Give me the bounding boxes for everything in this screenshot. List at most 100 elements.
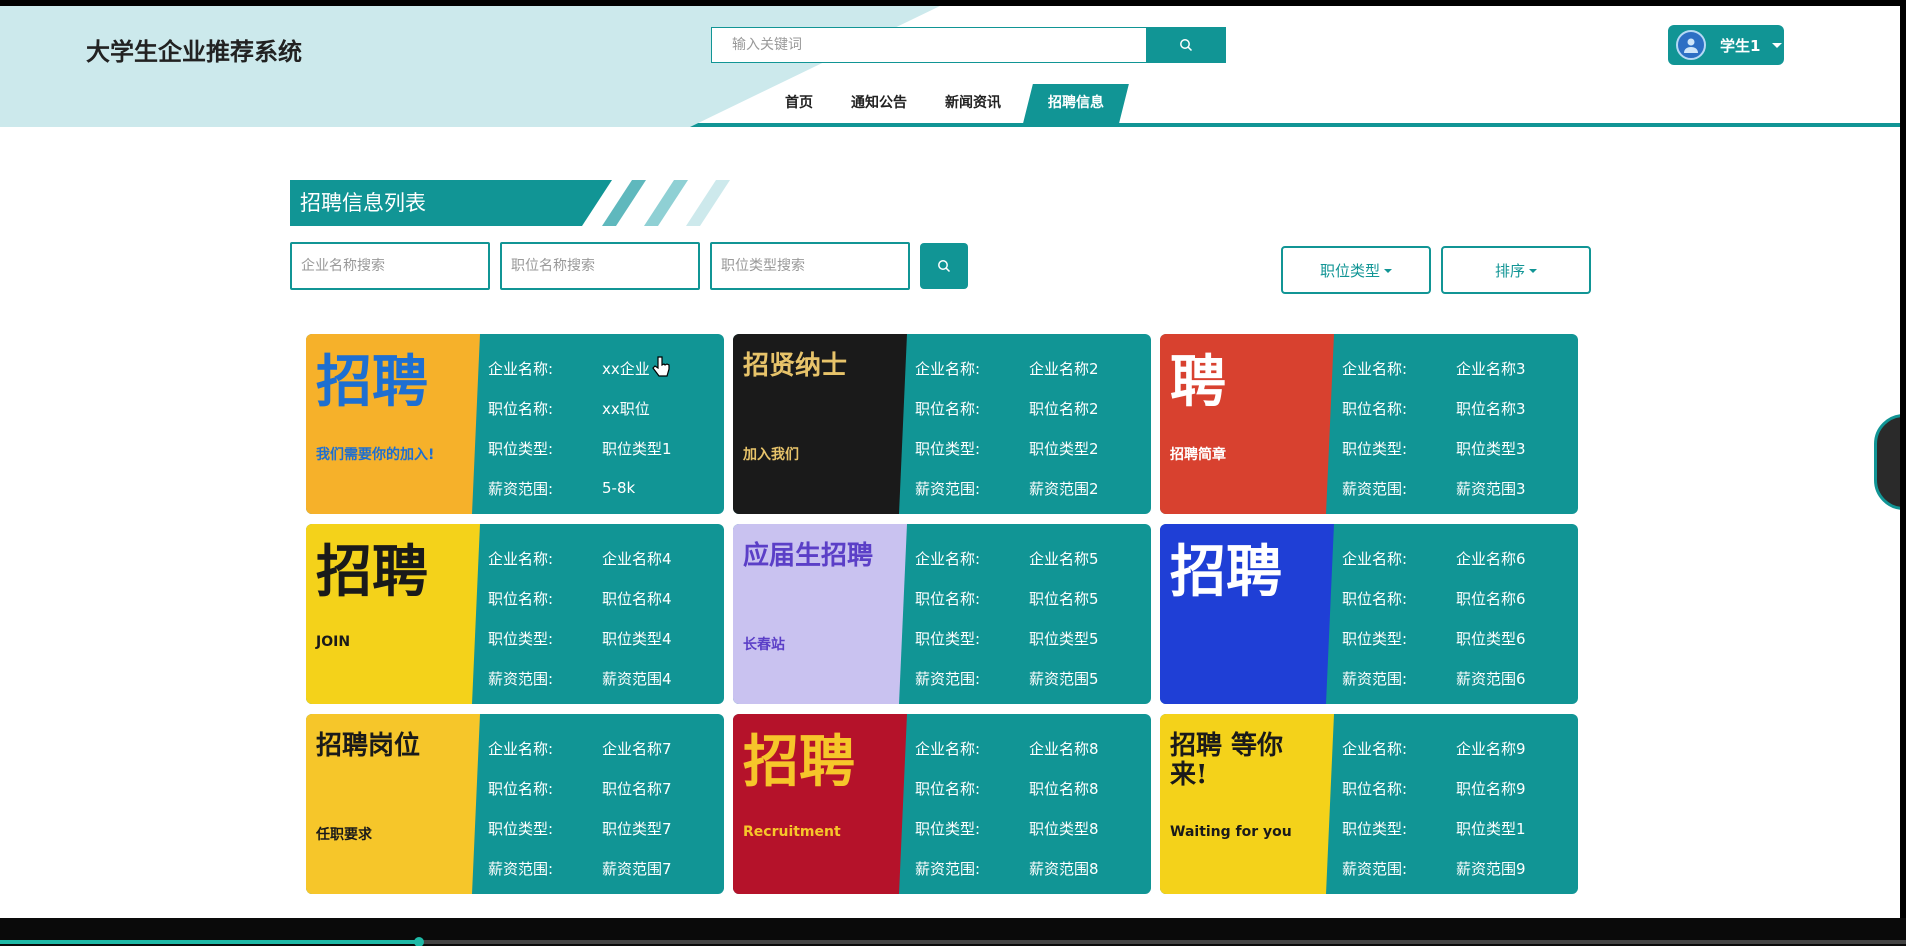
company-name-value: 企业名称4 xyxy=(602,549,672,568)
video-progress-knob[interactable] xyxy=(414,937,425,946)
job-info: 企业名称: 企业名称4 职位名称: 职位名称4 职位类型: 职位类型4 薪资范围: 薪资范围4 xyxy=(488,538,672,698)
poster-headline: 招聘 xyxy=(316,539,428,605)
position-type-row: 职位类型: 职位类型8 xyxy=(915,808,1099,848)
salary-range-value: 薪资范围6 xyxy=(1456,669,1526,688)
job-info: 企业名称: xx企业 职位名称: xx职位 职位类型: 职位类型1 薪资范围: 5-8k xyxy=(488,348,672,508)
job-poster-image: 聘招聘简章 xyxy=(1160,334,1334,514)
sort-dropdown[interactable]: 排序 xyxy=(1441,246,1591,294)
company-name-row: 企业名称: xx企业 xyxy=(488,348,672,388)
job-card[interactable]: 应届生招聘 长春站 企业名称: 企业名称5 职位名称: 职位名称5 职位类型: 职位类型5 薪资… xyxy=(733,524,1151,704)
position-name-label: 职位名称: xyxy=(488,779,554,798)
job-card[interactable]: 招聘 企业名称: 企业名称6 职位名称: 职位名称6 职位类型: 职位类型6 薪资范围: 薪资范… xyxy=(1160,524,1578,704)
position-type-row: 职位类型: 职位类型3 xyxy=(1342,428,1526,468)
position-type-label: 职位类型: xyxy=(488,629,554,648)
company-name-value: 企业名称3 xyxy=(1456,359,1526,378)
search-icon xyxy=(938,260,951,273)
salary-range-row: 薪资范围: 薪资范围2 xyxy=(915,468,1099,508)
job-poster-image: 招聘 等你来! Waiting for you xyxy=(1160,714,1334,894)
side-panel-handle[interactable] xyxy=(1874,414,1900,510)
poster-subtitle: 任职要求 xyxy=(316,827,372,843)
poster-subtitle: Recruitment xyxy=(743,824,841,840)
position-type-label: 职位类型: xyxy=(1342,819,1408,838)
section-title: 招聘信息列表 xyxy=(300,191,426,215)
nav-news[interactable]: 新闻资讯 xyxy=(926,84,1020,123)
company-name-value: 企业名称2 xyxy=(1029,359,1099,378)
nav-recruitment[interactable]: 招聘信息 xyxy=(1023,84,1129,123)
position-type-row: 职位类型: 职位类型2 xyxy=(915,428,1099,468)
company-name-row: 企业名称: 企业名称5 xyxy=(915,538,1099,578)
company-name-row: 企业名称: 企业名称9 xyxy=(1342,728,1526,768)
app-title: 大学生企业推荐系统 xyxy=(86,38,302,66)
keyword-search-button[interactable] xyxy=(1146,27,1226,63)
position-name-row: 职位名称: 职位名称7 xyxy=(488,768,672,808)
company-name-row: 企业名称: 企业名称2 xyxy=(915,348,1099,388)
salary-range-row: 薪资范围: 薪资范围5 xyxy=(915,658,1099,698)
salary-range-row: 薪资范围: 薪资范围6 xyxy=(1342,658,1526,698)
position-type-value: 职位类型1 xyxy=(1456,819,1526,838)
mouse-cursor-icon xyxy=(652,356,670,377)
salary-range-label: 薪资范围: xyxy=(1342,669,1408,688)
position-type-row: 职位类型: 职位类型1 xyxy=(1342,808,1526,848)
job-info: 企业名称: 企业名称7 职位名称: 职位名称7 职位类型: 职位类型7 薪资范围: 薪资范围7 xyxy=(488,728,672,888)
salary-range-value: 薪资范围7 xyxy=(602,859,672,878)
position-name-row: 职位名称: 职位名称2 xyxy=(915,388,1099,428)
position-type-value: 职位类型7 xyxy=(602,819,672,838)
decor-stripe xyxy=(602,180,646,226)
position-name-label: 职位名称: xyxy=(1342,779,1408,798)
position-type-search-input[interactable] xyxy=(710,242,910,290)
job-info: 企业名称: 企业名称9 职位名称: 职位名称9 职位类型: 职位类型1 薪资范围: 薪资范围9 xyxy=(1342,728,1526,888)
keyword-search-input[interactable] xyxy=(711,27,1146,63)
job-poster-image: 招贤纳士 加入我们 xyxy=(733,334,907,514)
salary-range-value: 薪资范围3 xyxy=(1456,479,1526,498)
job-card[interactable]: 聘招聘简章 企业名称: 企业名称3 职位名称: 职位名称3 职位类型: 职位类型3 薪资范围:… xyxy=(1160,334,1578,514)
salary-range-value: 薪资范围9 xyxy=(1456,859,1526,878)
job-card[interactable]: 招聘 等你来! Waiting for you 企业名称: 企业名称9 职位名称: 职位名… xyxy=(1160,714,1578,894)
company-name-label: 企业名称: xyxy=(915,739,981,758)
company-name-search-input[interactable] xyxy=(290,242,490,290)
decor-stripe xyxy=(686,180,730,226)
position-name-row: 职位名称: 职位名称9 xyxy=(1342,768,1526,808)
position-type-label: 职位类型: xyxy=(915,439,981,458)
position-name-row: 职位名称: 职位名称8 xyxy=(915,768,1099,808)
salary-range-value: 5-8k xyxy=(602,479,636,497)
nav-notices[interactable]: 通知公告 xyxy=(832,84,926,123)
salary-range-label: 薪资范围: xyxy=(915,479,981,498)
company-name-value: 企业名称7 xyxy=(602,739,672,758)
position-type-row: 职位类型: 职位类型5 xyxy=(915,618,1099,658)
position-type-value: 职位类型8 xyxy=(1029,819,1099,838)
nav-recruitment-label: 招聘信息 xyxy=(1048,95,1104,111)
section-header: 招聘信息列表 xyxy=(290,180,730,226)
job-card[interactable]: 招聘 JOIN 企业名称: 企业名称4 职位名称: 职位名称4 职位类型: 职位类型4 薪资范围… xyxy=(306,524,724,704)
poster-headline: 招聘 xyxy=(1170,539,1282,605)
company-name-label: 企业名称: xyxy=(488,359,554,378)
position-name-value: 职位名称4 xyxy=(602,589,672,608)
position-name-value: 职位名称5 xyxy=(1029,589,1099,608)
position-type-label: 职位类型: xyxy=(488,819,554,838)
poster-headline: 招聘 xyxy=(743,729,855,795)
poster-headline: 招聘 xyxy=(316,349,428,415)
position-name-label: 职位名称: xyxy=(1342,589,1408,608)
position-name-row: 职位名称: xx职位 xyxy=(488,388,672,428)
position-name-label: 职位名称: xyxy=(488,589,554,608)
job-card[interactable]: 招聘 Recruitment 企业名称: 企业名称8 职位名称: 职位名称8 职位类型: 职位… xyxy=(733,714,1151,894)
company-name-row: 企业名称: 企业名称8 xyxy=(915,728,1099,768)
chevron-down-icon xyxy=(1772,42,1783,48)
job-poster-image: 招聘 Recruitment xyxy=(733,714,907,894)
job-card[interactable]: 招贤纳士 加入我们 企业名称: 企业名称2 职位名称: 职位名称2 职位类型: 职位类型2 薪资… xyxy=(733,334,1151,514)
position-name-value: xx职位 xyxy=(602,399,650,418)
salary-range-label: 薪资范围: xyxy=(915,669,981,688)
nav-home[interactable]: 首页 xyxy=(766,84,832,123)
user-menu-button[interactable]: 学生1 xyxy=(1668,25,1784,65)
job-card[interactable]: 招聘岗位 任职要求 企业名称: 企业名称7 职位名称: 职位名称7 职位类型: 职位类型7 薪资… xyxy=(306,714,724,894)
decor-stripe xyxy=(644,180,688,226)
header-search xyxy=(711,27,1226,63)
job-info: 企业名称: 企业名称8 职位名称: 职位名称8 职位类型: 职位类型8 薪资范围: 薪资范围8 xyxy=(915,728,1099,888)
salary-range-value: 薪资范围8 xyxy=(1029,859,1099,878)
position-type-dropdown[interactable]: 职位类型 xyxy=(1281,246,1431,294)
position-name-row: 职位名称: 职位名称4 xyxy=(488,578,672,618)
position-name-search-input[interactable] xyxy=(500,242,700,290)
filter-search-button[interactable] xyxy=(920,243,968,289)
job-info: 企业名称: 企业名称3 职位名称: 职位名称3 职位类型: 职位类型3 薪资范围: 薪资范围3 xyxy=(1342,348,1526,508)
salary-range-label: 薪资范围: xyxy=(488,479,554,498)
salary-range-value: 薪资范围2 xyxy=(1029,479,1099,498)
